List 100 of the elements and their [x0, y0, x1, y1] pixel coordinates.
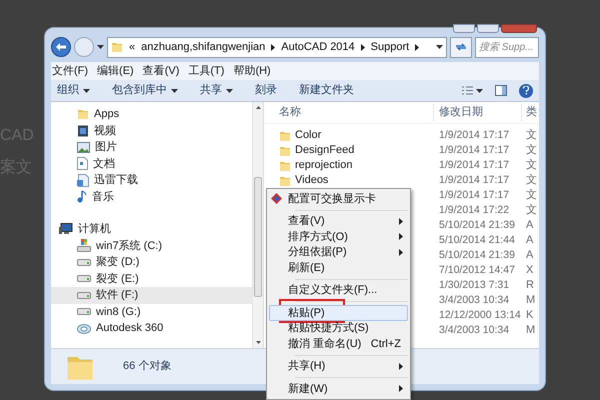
column-header[interactable]: 类 [522, 104, 537, 121]
menu-item[interactable]: 自定义文件夹(F)... [269, 282, 408, 298]
menu-item[interactable]: 文件(F) [52, 62, 88, 80]
nav-item[interactable]: 裂变 (E:) [51, 270, 252, 287]
nav-item[interactable]: win7系统 (C:) [51, 238, 252, 254]
address-bar[interactable]: « anzhuang,shifangwenjian AutoCAD 2014 Support [107, 36, 447, 58]
chevron-right-icon [271, 44, 276, 50]
panel-icon [495, 85, 507, 96]
close-button[interactable] [501, 24, 537, 33]
breadcrumb[interactable]: anzhuang,shifangwenjian [141, 38, 266, 56]
picture-icon [77, 142, 90, 153]
toolbar-button[interactable]: 共享 [200, 82, 233, 99]
table-cell-text: 1/9/2014 17:17 [438, 128, 510, 143]
table-cell-text: 文 [525, 202, 537, 218]
music-note-icon [77, 190, 87, 204]
drive-icon [77, 275, 91, 282]
file-name[interactable]: Videos [295, 172, 328, 189]
menu-item[interactable]: 粘贴快捷方式(S) [269, 320, 408, 336]
menu-item[interactable]: 刷新(E) [269, 260, 408, 276]
nav-item[interactable]: 计算机 [51, 221, 252, 238]
menu-item[interactable]: 帮助(H) [233, 62, 271, 80]
toolbar-button[interactable]: 包含到库中 [112, 82, 178, 99]
menu-item[interactable]: 共享(H) [269, 358, 408, 374]
chevron-right-icon [360, 44, 365, 50]
file-name[interactable]: Color [295, 127, 322, 144]
drive-icon [77, 308, 91, 316]
refresh-button[interactable] [450, 36, 472, 58]
table-cell-text: R [525, 278, 534, 294]
chevron-right-icon [399, 362, 403, 370]
document-icon [77, 157, 88, 170]
menu-item[interactable]: 撤消 重命名(U) Ctrl+Z [269, 336, 408, 352]
caret-icon [476, 88, 483, 92]
menu-item[interactable]: 编辑(E) [97, 62, 134, 80]
column-header[interactable]: 名称 [264, 104, 434, 121]
document-icon [77, 174, 89, 187]
toolbar-button[interactable]: 组织 [57, 82, 90, 99]
nav-item[interactable]: 图片 [51, 139, 252, 156]
menu-item[interactable]: 工具(T) [188, 62, 224, 80]
table-cell-text: 1/9/2014 17:22 [438, 202, 510, 218]
folder-icon [279, 130, 291, 142]
computer-icon [59, 223, 73, 236]
nav-item[interactable]: 迅雷下载 [51, 172, 252, 188]
chevron-right-icon [399, 385, 403, 392]
table-cell-text: 1/9/2014 17:17 [438, 188, 510, 203]
menu-item[interactable]: 新建(W) [269, 381, 408, 396]
back-button[interactable] [51, 37, 71, 57]
caret-icon [436, 45, 443, 49]
chevron-right-icon [399, 248, 403, 256]
caret-icon [226, 88, 233, 92]
table-cell-text: 5/10/2014 21:39 [438, 218, 516, 233]
menu-item[interactable]: 查看(V) [142, 62, 180, 80]
drive-icon [77, 239, 91, 252]
table-cell-text: 文 [525, 158, 537, 174]
arrow-left-icon [56, 43, 66, 51]
file-name[interactable]: DesignFeed [295, 142, 354, 159]
table-cell-text: 5/10/2014 21:44 [438, 232, 516, 248]
nav-item[interactable]: 文档 [51, 156, 252, 172]
menu-item[interactable]: 配置可交换显示卡 [269, 191, 408, 206]
chevron-right-icon [399, 218, 403, 225]
nav-item[interactable]: 软件 (F:) [51, 287, 252, 304]
toolbar-button[interactable]: 新建文件夹 [299, 82, 354, 99]
maximize-button[interactable] [477, 24, 499, 33]
scrollbar-thumb[interactable] [254, 177, 262, 297]
nav-item[interactable]: 音乐 [51, 188, 252, 205]
table-cell-text: 1/30/2013 7:31 [438, 278, 510, 293]
nav-item[interactable]: 聚变 (D:) [51, 254, 252, 270]
table-cell-text: M [525, 293, 536, 308]
help-button[interactable] [519, 84, 533, 98]
folder-icon [111, 41, 123, 53]
folder-icon [279, 144, 291, 156]
toolbar-button[interactable]: 刻录 [255, 82, 277, 99]
nav-item[interactable]: Autodesk 360 [51, 320, 252, 336]
help-icon [523, 86, 529, 95]
breadcrumb[interactable]: AutoCAD 2014 [281, 38, 355, 56]
nav-item[interactable]: Apps [51, 106, 252, 122]
nav-item[interactable]: win8 (G:) [51, 304, 252, 320]
view-button[interactable] [462, 86, 483, 95]
drive-icon [77, 292, 91, 299]
table-cell-text: 1/9/2014 17:17 [438, 172, 510, 188]
menu-item[interactable]: 粘贴(P) [269, 305, 408, 320]
table-cell-text: 文 [525, 172, 537, 188]
table-cell-text: 文 [525, 128, 537, 144]
menu-item[interactable]: 排序方式(O) [269, 229, 408, 244]
table-cell-text: A [525, 233, 534, 248]
file-name[interactable]: reprojection [295, 157, 352, 174]
minimize-button[interactable] [453, 24, 475, 33]
nav-item[interactable]: 视频 [51, 122, 252, 139]
table-cell-text: 3/4/2003 10:34 [438, 292, 510, 308]
table-cell-text: M [525, 323, 536, 338]
folder-icon [279, 174, 291, 186]
menu-item[interactable]: 查看(V) [269, 214, 408, 229]
scrollbar[interactable] [252, 102, 263, 348]
table-cell-text: 文 [525, 142, 537, 158]
preview-pane-button[interactable] [495, 85, 507, 96]
breadcrumb[interactable]: Support [370, 38, 410, 56]
table-cell-text: 5/10/2014 21:39 [438, 248, 516, 263]
column-header[interactable]: 修改日期 [434, 104, 522, 121]
table-cell-text: 3/4/2003 10:34 [438, 322, 510, 338]
menu-item[interactable]: 分组依据(P) [269, 244, 408, 260]
table-cell-text: 文 [525, 188, 537, 204]
